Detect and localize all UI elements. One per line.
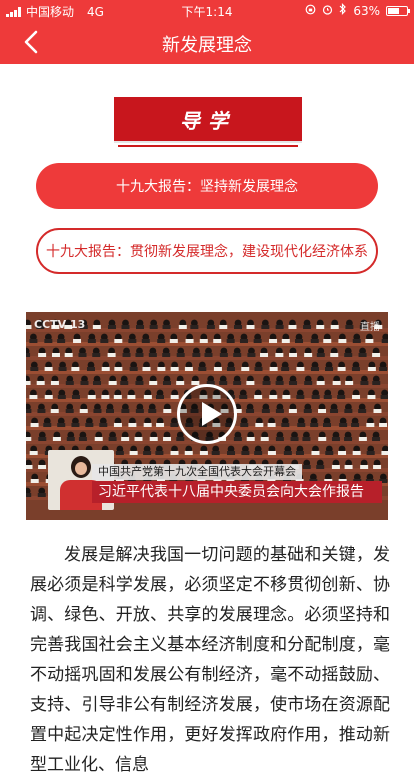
play-button[interactable] xyxy=(177,384,237,444)
cctv-logo: CCTV 13 xyxy=(34,318,86,331)
page-title: 新发展理念 xyxy=(162,35,252,56)
status-bar: 中国移动 4G 下午1:14 63% xyxy=(0,0,414,20)
battery-percent: 63% xyxy=(353,3,380,18)
banner-underline xyxy=(118,145,298,147)
lock-rotation-icon xyxy=(305,4,316,18)
bluetooth-icon xyxy=(339,3,347,18)
article-text: 发展是解决我国一切问题的基础和关键，发展必须是科学发展，必须坚定不移贯彻创新、协… xyxy=(30,545,390,775)
report-button-primary[interactable]: 十九大报告：坚持新发展理念 xyxy=(36,163,378,209)
guide-banner: 导学 xyxy=(114,97,302,141)
video-caption-small: 中国共产党第十九次全国代表大会开幕会 xyxy=(92,464,302,480)
alarm-icon xyxy=(322,4,333,18)
video-caption-large: 习近平代表十八届中央委员会向大会作报告 xyxy=(92,481,382,503)
report-button-secondary[interactable]: 十九大报告：贯彻新发展理念，建设现代化经济体系 xyxy=(36,228,378,274)
nav-bar: 新发展理念 xyxy=(0,20,414,64)
battery-icon xyxy=(386,5,410,16)
video-player[interactable]: CCTV 13 直播 中国共产党第十九次全国代表大会开幕会 习近平代表十八届中央… xyxy=(26,312,388,520)
live-tag: 直播 xyxy=(360,322,380,333)
